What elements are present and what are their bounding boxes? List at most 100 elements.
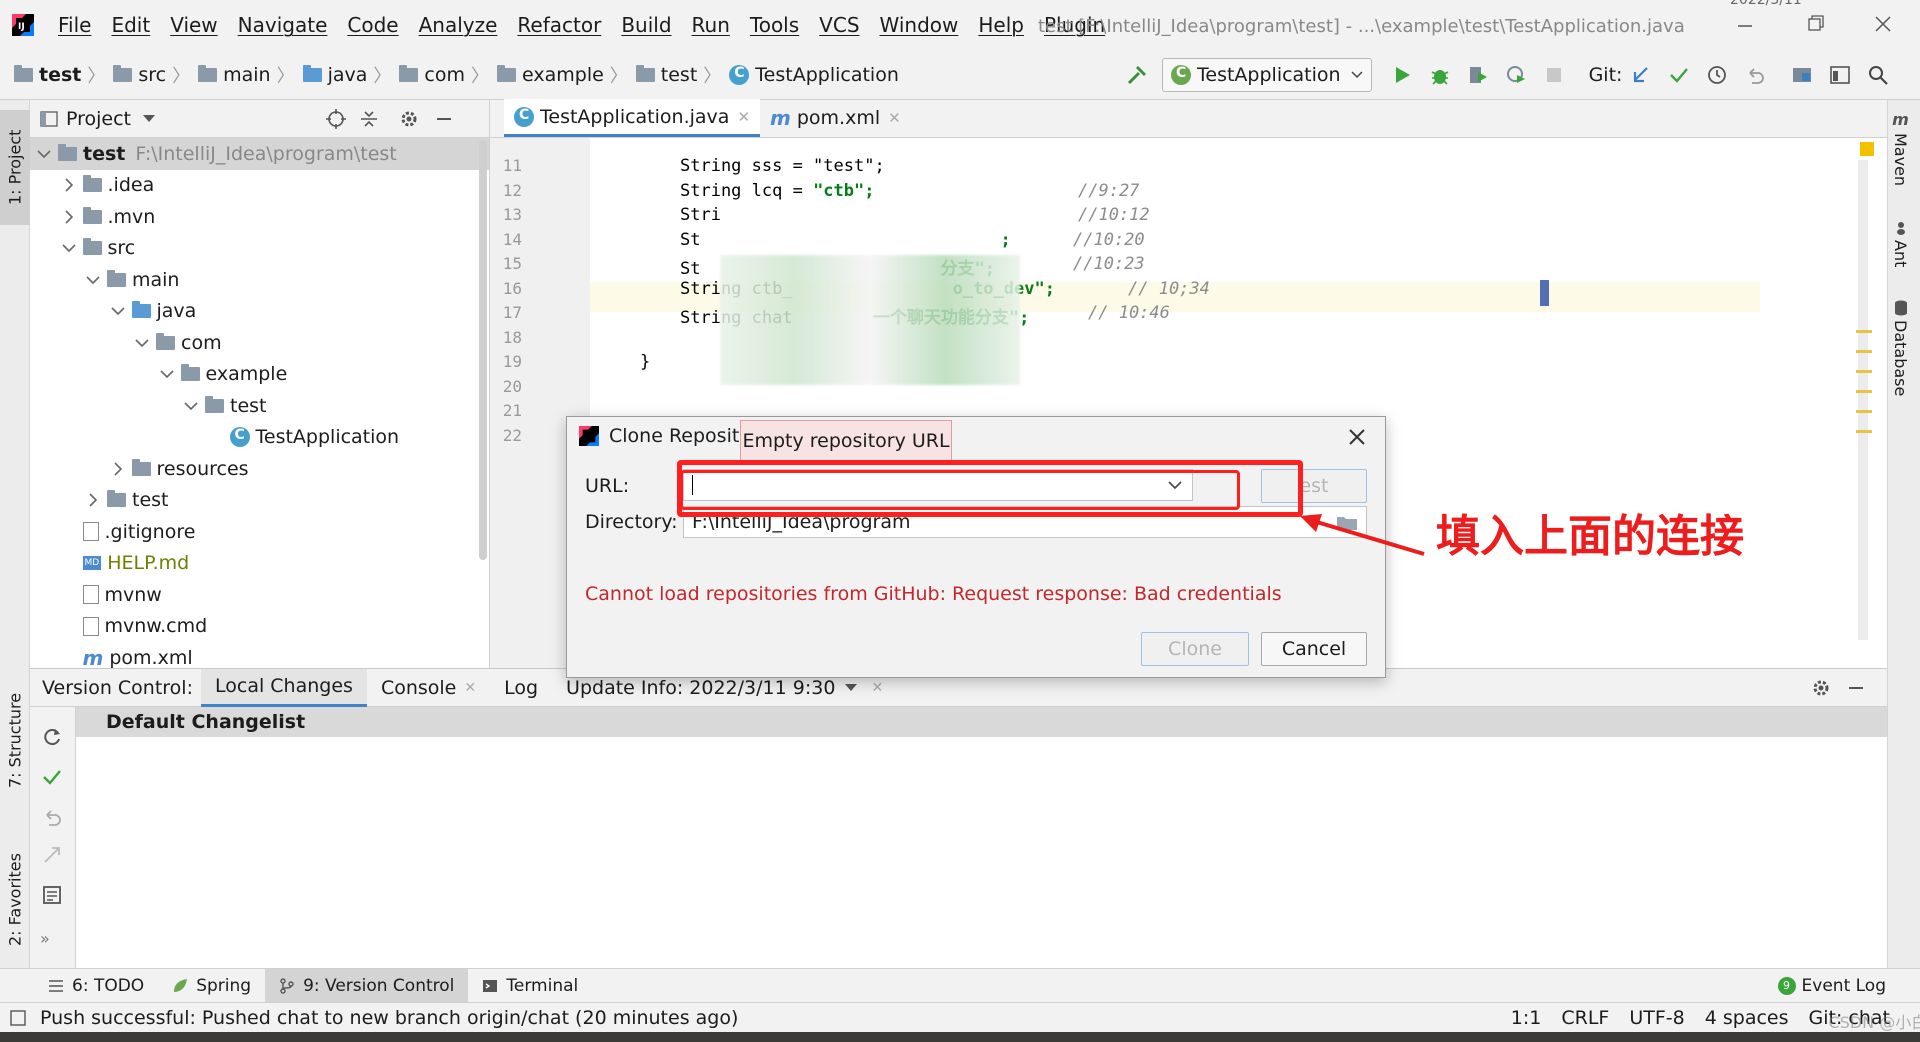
terminal-layout-icon[interactable] <box>1826 61 1854 89</box>
breadcrumb-test[interactable]: test <box>635 64 697 86</box>
code-line[interactable]: String sss = "test"; <box>680 156 885 176</box>
menu-code[interactable]: Code <box>347 13 398 37</box>
tree-item-mvnwcmd[interactable]: mvnw.cmd <box>30 611 489 643</box>
chevron-down-icon[interactable] <box>143 114 156 123</box>
chevron-down-icon[interactable] <box>61 240 77 256</box>
close-tab-icon[interactable]: ✕ <box>888 109 901 127</box>
tree-item-java[interactable]: java <box>30 296 489 328</box>
run-with-coverage-icon[interactable] <box>1464 61 1492 89</box>
status-toggle-icon[interactable] <box>10 1009 26 1026</box>
menu-refactor[interactable]: Refactor <box>517 13 601 37</box>
breadcrumb-main[interactable]: main <box>198 64 271 86</box>
tree-item-mvn[interactable]: .mvn <box>30 201 489 233</box>
chevron-right-icon[interactable] <box>85 492 101 508</box>
tool-terminal[interactable]: Terminal <box>468 969 592 1003</box>
chevron-down-icon[interactable] <box>159 366 175 382</box>
chevron-right-icon[interactable] <box>61 177 77 193</box>
menu-help[interactable]: Help <box>978 13 1024 37</box>
ant-tool-tab[interactable]: Ant <box>1891 220 1910 267</box>
more-actions-icon[interactable]: » <box>40 929 50 948</box>
close-tab-icon[interactable]: ✕ <box>737 108 750 126</box>
tool-spring[interactable]: Spring <box>158 969 265 1003</box>
debug-icon[interactable] <box>1426 61 1454 89</box>
menu-tools[interactable]: Tools <box>750 13 799 37</box>
database-tool-tab[interactable]: Database <box>1891 300 1910 396</box>
tree-item-test[interactable]: test <box>30 390 489 422</box>
change-stripe-mark[interactable] <box>1856 390 1872 393</box>
run-configuration-select[interactable]: TestApplication <box>1162 58 1372 92</box>
tree-item-pomxml[interactable]: m pom.xml <box>30 642 489 668</box>
tab-console[interactable]: Console ✕ <box>367 669 490 707</box>
search-icon[interactable] <box>1864 61 1892 89</box>
close-tab-icon[interactable]: ✕ <box>871 680 883 696</box>
build-hammer-icon[interactable] <box>1123 61 1151 89</box>
tree-item-com[interactable]: com <box>30 327 489 359</box>
change-stripe-mark[interactable] <box>1856 350 1872 353</box>
rollback-icon[interactable] <box>42 807 62 827</box>
favorites-tool-tab[interactable]: 2: Favorites <box>0 840 30 960</box>
refresh-icon[interactable] <box>42 727 62 747</box>
file-encoding[interactable]: UTF-8 <box>1629 1007 1684 1029</box>
tree-item-testapplication[interactable]: TestApplication <box>30 422 489 454</box>
change-stripe-mark[interactable] <box>1856 430 1872 433</box>
code-line[interactable]: Stri //10:12 <box>680 205 1150 225</box>
tab-testapplication-java[interactable]: TestApplication.java ✕ <box>504 99 761 137</box>
close-tab-icon[interactable]: ✕ <box>464 680 476 696</box>
change-stripe-mark[interactable] <box>1856 330 1872 333</box>
run-icon[interactable] <box>1388 61 1416 89</box>
chevron-right-icon[interactable] <box>61 209 77 225</box>
tool-todo[interactable]: 6: TODO <box>34 969 158 1003</box>
menu-navigate[interactable]: Navigate <box>238 13 328 37</box>
collapse-all-icon[interactable] <box>359 109 379 129</box>
menu-window[interactable]: Window <box>880 13 959 37</box>
stop-icon[interactable] <box>1540 61 1568 89</box>
git-history-icon[interactable] <box>1703 61 1731 89</box>
structure-tool-tab[interactable]: 7: Structure <box>0 680 30 800</box>
tree-item-test[interactable]: test F:\IntelliJ_Idea\program\test <box>30 138 489 170</box>
line-separator[interactable]: CRLF <box>1561 1007 1609 1029</box>
menu-analyze[interactable]: Analyze <box>419 13 498 37</box>
breadcrumb-test[interactable]: test <box>14 64 81 86</box>
change-stripe-mark[interactable] <box>1856 410 1872 413</box>
tree-item-example[interactable]: example <box>30 359 489 391</box>
tree-item-idea[interactable]: .idea <box>30 170 489 202</box>
tree-item-mvnw[interactable]: mvnw <box>30 579 489 611</box>
chevron-down-icon[interactable] <box>110 303 126 319</box>
tree-item-src[interactable]: src <box>30 233 489 265</box>
project-tool-tab[interactable]: 1: Project <box>0 110 30 225</box>
tree-item-gitignore[interactable]: .gitignore <box>30 516 489 548</box>
caret-position[interactable]: 1:1 <box>1511 1007 1542 1029</box>
tab-pom-xml[interactable]: m pom.xml ✕ <box>760 99 911 137</box>
code-line[interactable]: String lcq = "ctb"; //9:27 <box>680 181 1139 201</box>
change-stripe-mark[interactable] <box>1856 370 1872 373</box>
commit-check-icon[interactable] <box>42 767 62 787</box>
breadcrumb-testapplication[interactable]: TestApplication <box>729 64 899 86</box>
tree-item-helpmd[interactable]: MD HELP.md <box>30 548 489 580</box>
inspection-warning-icon[interactable] <box>1860 142 1874 156</box>
event-log[interactable]: 9 Event Log <box>1764 969 1900 1003</box>
default-changelist-row[interactable]: Default Changelist <box>76 707 1887 737</box>
editor-scrollbar[interactable] <box>1858 160 1868 640</box>
tab-local-changes[interactable]: Local Changes <box>201 668 367 707</box>
chevron-right-icon[interactable] <box>110 461 126 477</box>
menu-edit[interactable]: Edit <box>111 13 150 37</box>
project-view-label[interactable]: Project <box>66 108 131 130</box>
chevron-down-icon[interactable] <box>85 272 101 288</box>
indent-setting[interactable]: 4 spaces <box>1705 1007 1789 1029</box>
project-scrollbar[interactable] <box>479 140 487 560</box>
code-line[interactable]: } <box>640 352 650 372</box>
breadcrumb-src[interactable]: src <box>113 64 166 86</box>
clone-button[interactable]: Clone <box>1141 632 1249 666</box>
maven-tool-tab[interactable]: m Maven <box>1891 110 1910 186</box>
hide-panel-icon[interactable] <box>1847 679 1865 697</box>
status-message[interactable]: Push successful: Pushed chat to new bran… <box>40 1007 738 1029</box>
git-rollback-icon[interactable] <box>1741 61 1769 89</box>
git-update-icon[interactable] <box>1627 61 1655 89</box>
menu-file[interactable]: File <box>58 13 91 37</box>
tree-item-test[interactable]: test <box>30 485 489 517</box>
tree-item-resources[interactable]: resources <box>30 453 489 485</box>
git-branch[interactable]: Git: chat CSDN @小白学知识 <box>1809 1007 1920 1032</box>
git-commit-icon[interactable] <box>1665 61 1693 89</box>
code-line[interactable]: St; //10:20 <box>680 230 1145 250</box>
hide-panel-icon[interactable] <box>435 110 453 128</box>
